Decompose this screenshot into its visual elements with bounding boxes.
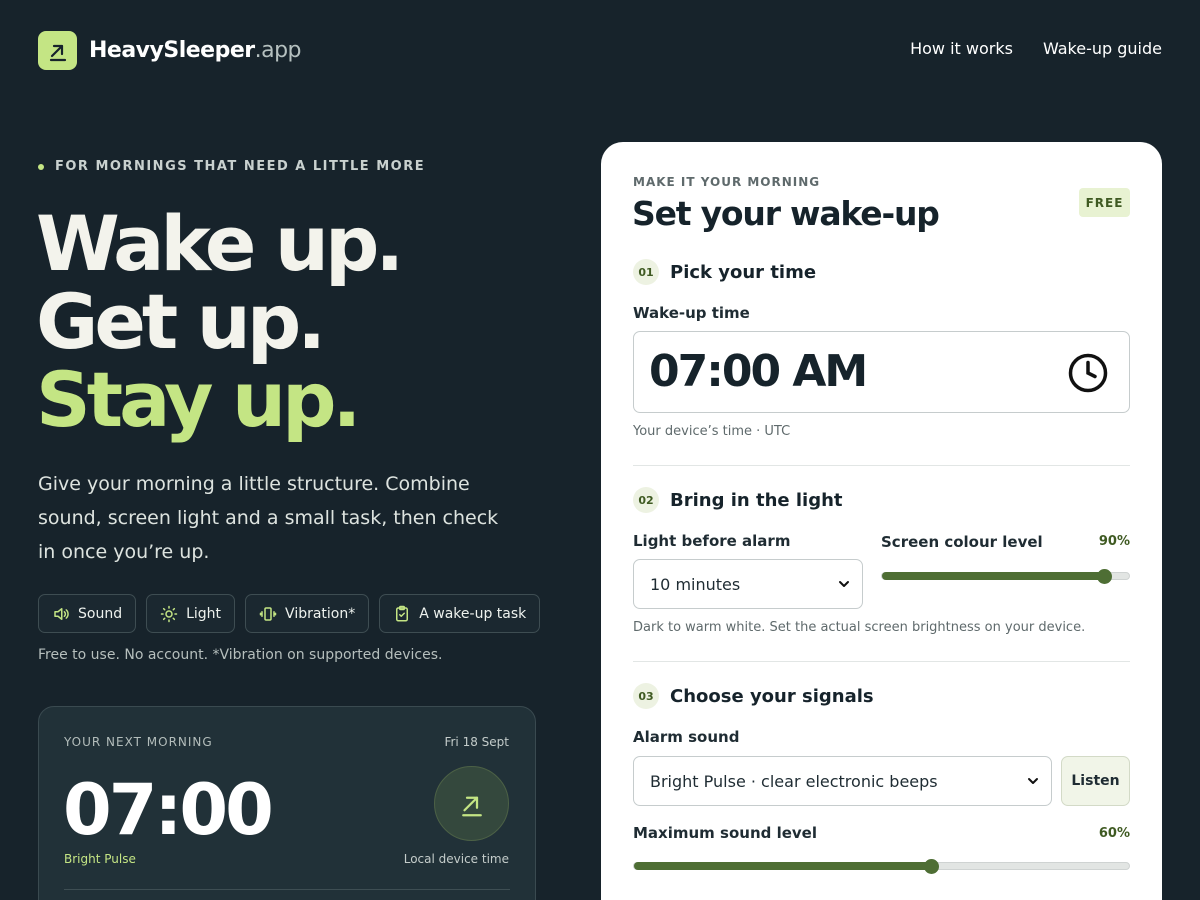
- step-title: Bring in the light: [670, 489, 843, 511]
- vibration-icon: [259, 606, 277, 621]
- local-time-note: Local device time: [403, 852, 509, 866]
- top-nav: How it works Wake-up guide: [910, 39, 1162, 58]
- free-badge: FREE: [1079, 188, 1130, 217]
- panel-eyebrow: MAKE IT YOUR MORNING: [633, 175, 821, 189]
- alarm-sound-select[interactable]: Bright Pulse · clear electronic beeps: [633, 756, 1052, 806]
- hero-lede: Give your morning a little structure. Co…: [38, 473, 499, 563]
- clock-icon[interactable]: [1067, 352, 1109, 394]
- feature-chips: Sound Light Vibration* A wake-up task: [38, 594, 541, 633]
- max-sound-level-label: Maximum sound level: [633, 824, 817, 842]
- speaker-icon: [54, 607, 69, 620]
- step-2-header: 02 Bring in the light: [633, 487, 843, 513]
- alarm-sound-label: Alarm sound: [633, 728, 740, 746]
- chip-light: Light: [146, 594, 236, 633]
- chip-vibration: Vibration*: [245, 594, 370, 633]
- screen-colour-label: Screen colour level: [881, 533, 1043, 551]
- nav-how-it-works[interactable]: How it works: [910, 39, 1013, 58]
- wake-up-setup-panel: MAKE IT YOUR MORNING Set your wake-up FR…: [601, 142, 1162, 900]
- screen-colour-percent: 90%: [1098, 534, 1130, 549]
- card-divider: [64, 889, 510, 890]
- chevron-down-icon: [839, 581, 849, 587]
- step-number: 03: [633, 683, 659, 709]
- next-morning-label: YOUR NEXT MORNING: [64, 735, 213, 749]
- step-number: 02: [633, 487, 659, 513]
- wake-up-time-label: Wake-up time: [633, 304, 750, 322]
- arrow-up-right-icon: [434, 766, 509, 841]
- step-3-header: 03 Choose your signals: [633, 683, 874, 709]
- light-before-alarm-label: Light before alarm: [633, 532, 791, 550]
- screen-colour-hint: Dark to warm white. Set the actual scree…: [633, 620, 1086, 635]
- time-zone-hint: Your device’s time · UTC: [633, 424, 791, 439]
- section-divider: [633, 661, 1130, 662]
- step-number: 01: [633, 259, 659, 285]
- next-morning-card: YOUR NEXT MORNING Fri 18 Sept 07:00 Brig…: [38, 706, 536, 900]
- next-morning-date: Fri 18 Sept: [444, 735, 509, 749]
- section-divider: [633, 465, 1130, 466]
- step-title: Choose your signals: [670, 685, 874, 707]
- chip-sound: Sound: [38, 594, 137, 633]
- brand-logo[interactable]: HeavySleeper.app: [38, 31, 302, 70]
- chip-wake-up-task: A wake-up task: [379, 594, 541, 633]
- sun-icon: [160, 605, 178, 622]
- wake-up-time-input[interactable]: 07:00 AM: [633, 331, 1130, 413]
- max-sound-level-percent: 60%: [1098, 826, 1130, 841]
- hero-note: Free to use. No account. *Vibration on s…: [38, 647, 443, 663]
- screen-colour-slider[interactable]: [881, 569, 1130, 584]
- step-1-header: 01 Pick your time: [633, 259, 816, 285]
- hero-eyebrow: FOR MORNINGS THAT NEED A LITTLE MORE: [38, 159, 425, 174]
- slider-fill: [634, 862, 931, 870]
- hero-headline: Wake up. Get up. Stay up.: [36, 199, 404, 444]
- brand-name: HeavySleeper.app: [89, 38, 302, 63]
- bullet-dot: [38, 163, 44, 170]
- slider-thumb[interactable]: [924, 859, 939, 874]
- headline-line-3: Stay up.: [36, 355, 361, 444]
- step-title: Pick your time: [670, 261, 817, 283]
- headline-line-2: Get up.: [36, 277, 326, 366]
- chevron-down-icon: [1028, 778, 1038, 784]
- slider-fill: [882, 572, 1105, 580]
- next-morning-sound: Bright Pulse: [64, 852, 136, 866]
- headline-line-1: Wake up.: [36, 199, 404, 288]
- max-sound-level-slider[interactable]: [633, 859, 1130, 874]
- arrow-up-right-icon: [38, 31, 77, 70]
- panel-title: Set your wake-up: [632, 194, 940, 233]
- wake-up-time-value: 07:00 AM: [649, 346, 868, 397]
- clipboard-check-icon: [396, 605, 409, 621]
- nav-wake-up-guide[interactable]: Wake-up guide: [1043, 39, 1162, 58]
- light-before-alarm-select[interactable]: 10 minutes: [633, 559, 863, 609]
- slider-thumb[interactable]: [1097, 569, 1113, 584]
- next-morning-time: 07:00: [63, 769, 274, 851]
- listen-button[interactable]: Listen: [1061, 756, 1130, 806]
